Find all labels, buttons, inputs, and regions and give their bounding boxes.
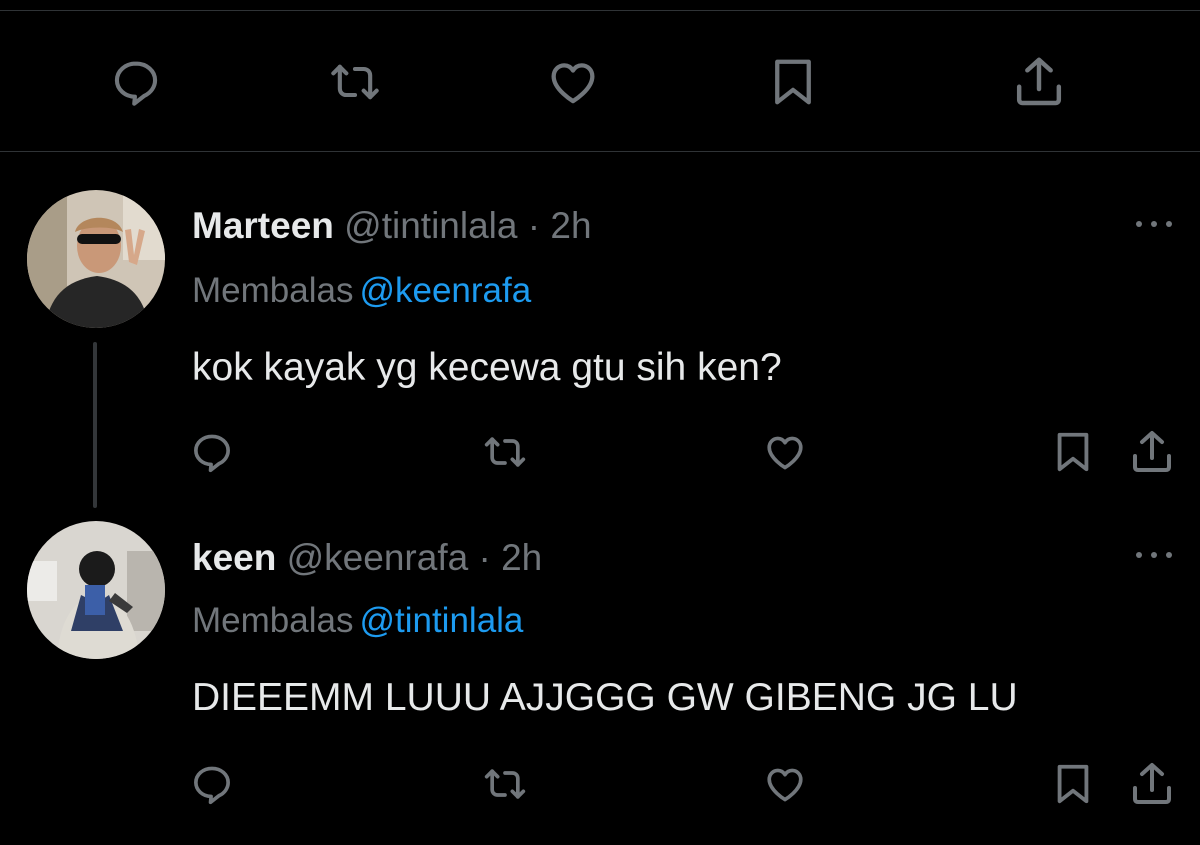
more-icon[interactable] — [1134, 545, 1174, 565]
share-icon[interactable] — [1010, 54, 1068, 110]
share-icon[interactable] — [1128, 428, 1176, 476]
tweet-text: kok kayak yg kecewa gtu sih ken? — [192, 346, 782, 389]
heart-icon[interactable] — [544, 55, 602, 109]
retweet-icon[interactable] — [322, 56, 388, 108]
separator-dot: · — [478, 537, 491, 578]
timestamp[interactable]: 2h — [501, 537, 542, 578]
share-icon[interactable] — [1128, 760, 1176, 808]
reply-icon[interactable] — [108, 56, 164, 108]
bookmark-icon[interactable] — [1050, 760, 1096, 808]
timestamp[interactable]: 2h — [550, 205, 591, 246]
heart-icon[interactable] — [762, 762, 808, 806]
replying-to-label: Membalas — [192, 601, 354, 640]
more-icon[interactable] — [1134, 214, 1174, 234]
reply-icon[interactable] — [189, 762, 235, 806]
display-name[interactable]: keen — [192, 537, 276, 578]
top-divider — [0, 10, 1200, 11]
user-handle[interactable]: @tintinlala — [344, 205, 517, 246]
tweet-text: DIEEEMM LUUU AJJGGG GW GIBENG JG LU — [192, 676, 1018, 719]
display-name[interactable]: Marteen — [192, 205, 334, 246]
reply-icon[interactable] — [189, 430, 235, 474]
section-divider — [0, 151, 1200, 152]
bookmark-icon[interactable] — [1050, 428, 1096, 476]
tweet-header: keen @keenrafa · 2h — [192, 536, 542, 580]
heart-icon[interactable] — [762, 430, 808, 474]
bookmark-icon[interactable] — [766, 54, 820, 110]
retweet-icon[interactable] — [478, 762, 532, 806]
avatar[interactable] — [27, 521, 165, 659]
replying-to-line: Membalas @tintinlala — [192, 600, 523, 642]
tweet-header: Marteen @tintinlala · 2h — [192, 204, 592, 248]
user-handle[interactable]: @keenrafa — [287, 537, 469, 578]
replying-to-label: Membalas — [192, 271, 354, 310]
reply-mention-link[interactable]: @tintinlala — [359, 601, 523, 640]
separator-dot: · — [527, 205, 541, 246]
retweet-icon[interactable] — [478, 430, 532, 474]
replying-to-line: Membalas @keenrafa — [192, 270, 531, 312]
avatar[interactable] — [27, 190, 165, 328]
reply-mention-link[interactable]: @keenrafa — [359, 271, 531, 310]
thread-connector-line — [93, 342, 97, 508]
